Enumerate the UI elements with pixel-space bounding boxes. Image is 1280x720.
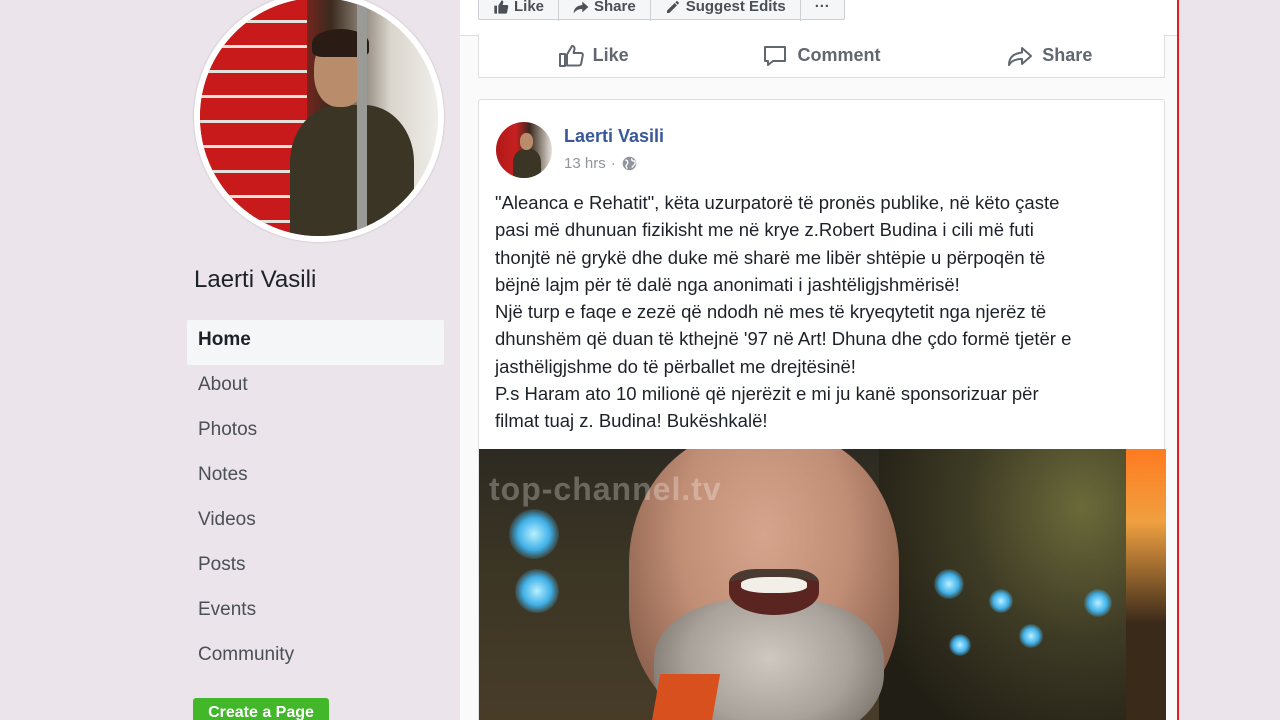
share-action-label: Share xyxy=(1042,45,1093,65)
post-text-line: bëjnë lajm për të dalë nga anonimati i j… xyxy=(495,273,960,295)
thumbs-up-outline-icon xyxy=(558,44,584,67)
create-page-button[interactable]: Create a Page xyxy=(193,698,329,720)
post-card: Laerti Vasili 13 hrs · "Aleanca e Rehati… xyxy=(478,99,1166,720)
more-options-button[interactable]: ··· xyxy=(801,0,844,21)
nav-item-notes[interactable]: Notes xyxy=(187,455,444,500)
nav-item-photos[interactable]: Photos xyxy=(187,410,444,455)
page-nav: Home About Photos Notes Videos Posts Eve… xyxy=(187,320,444,680)
nav-item-videos[interactable]: Videos xyxy=(187,500,444,545)
post-text-line: P.s Haram ato 10 milionë që njerëzit e m… xyxy=(495,383,1039,405)
previous-post-action-bar: Like Comment Share xyxy=(478,34,1165,78)
nav-item-about[interactable]: About xyxy=(187,365,444,410)
globe-icon[interactable] xyxy=(621,155,638,172)
page-share-button[interactable]: Share xyxy=(559,0,651,21)
nav-item-community[interactable]: Community xyxy=(187,635,444,680)
share-arrow-icon xyxy=(573,1,589,14)
author-avatar[interactable] xyxy=(496,122,552,178)
nav-item-posts[interactable]: Posts xyxy=(187,545,444,590)
post-text-line: jasthëligjshme do të përballet me drejtë… xyxy=(495,355,856,377)
post-text-line: Një turp e faqe e zezë që ndodh në mes t… xyxy=(495,301,1047,323)
share-arrow-outline-icon xyxy=(1008,46,1033,66)
pencil-icon xyxy=(666,1,679,13)
nav-item-home[interactable]: Home xyxy=(187,320,444,365)
thumbs-up-icon xyxy=(494,0,509,14)
post-text-line: "Aleanca e Rehatit", këta uzurpatorë të … xyxy=(495,192,1060,213)
post-meta: 13 hrs · xyxy=(564,155,638,172)
share-action[interactable]: Share xyxy=(936,34,1164,77)
comment-action-label: Comment xyxy=(797,45,881,65)
page-like-label: Like xyxy=(514,0,545,15)
image-watermark: top-channel.tv xyxy=(489,471,722,507)
post-image[interactable]: top-channel.tv xyxy=(479,449,1166,720)
page-share-label: Share xyxy=(594,0,636,15)
post-text-line: filmat tuaj z. Budina! Bukëshkalë! xyxy=(495,410,768,432)
post-text-line: dhunshëm që duan të kthejnë '97 në Art! … xyxy=(495,328,1072,350)
suggest-edits-button[interactable]: Suggest Edits xyxy=(651,0,801,21)
page-action-buttons: Like Share Suggest Edits ··· xyxy=(478,0,845,21)
like-action[interactable]: Like xyxy=(479,34,707,77)
post-text-line: thonjtë në grykë dhe duke më sharë me li… xyxy=(495,246,1046,268)
post-timestamp[interactable]: 13 hrs xyxy=(564,155,606,172)
page-name[interactable]: Laerti Vasili xyxy=(194,266,316,294)
post-author-link[interactable]: Laerti Vasili xyxy=(564,126,664,147)
nav-item-events[interactable]: Events xyxy=(187,590,444,635)
comment-action[interactable]: Comment xyxy=(707,34,935,77)
page-like-button[interactable]: Like xyxy=(479,0,560,21)
more-options-label: ··· xyxy=(814,0,830,15)
suggest-edits-label: Suggest Edits xyxy=(685,0,786,15)
profile-picture[interactable] xyxy=(194,0,444,242)
meta-separator: · xyxy=(610,155,616,172)
comment-bubble-icon xyxy=(764,45,787,66)
post-text: "Aleanca e Rehatit", këta uzurpatorë të … xyxy=(495,189,1155,435)
post-text-line: pasi më dhunuan fizikisht me në krye z.R… xyxy=(495,219,1034,241)
frame-edge-line xyxy=(1177,0,1179,720)
like-action-label: Like xyxy=(592,45,629,65)
